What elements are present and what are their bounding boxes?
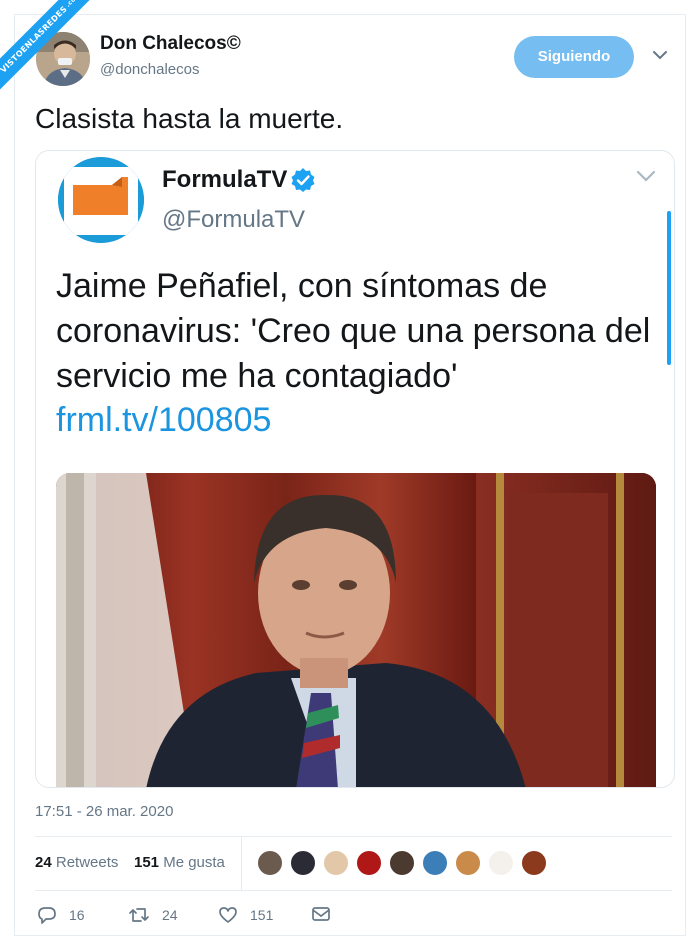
like-button[interactable]: 151 — [218, 905, 273, 925]
retweets-label: Retweets — [55, 854, 119, 871]
divider — [35, 890, 672, 891]
stats-divider — [241, 837, 242, 890]
liker-avatar[interactable] — [487, 849, 515, 877]
verified-icon — [290, 167, 316, 198]
reply-count: 16 — [69, 907, 85, 923]
like-count: 151 — [250, 907, 274, 923]
retweets-stat[interactable]: 24 Retweets — [35, 854, 118, 871]
liker-avatar[interactable] — [322, 849, 350, 877]
scrollbar-thumb[interactable] — [667, 211, 671, 365]
heart-icon — [219, 907, 237, 923]
tweet-text: Clasista hasta la muerte. — [35, 103, 344, 134]
chevron-down-icon[interactable] — [652, 47, 668, 65]
quoted-tweet-card[interactable]: FormulaTV @FormulaTV Jaime Peñafiel, con… — [35, 150, 675, 788]
direct-message-button[interactable] — [311, 905, 343, 923]
liker-avatar[interactable] — [355, 849, 383, 877]
tweet-timestamp[interactable]: 17:51 - 26 mar. 2020 — [35, 803, 173, 820]
quoted-tweet-link[interactable]: frml.tv/100805 — [56, 401, 271, 440]
likes-count: 151 — [134, 854, 160, 871]
liker-avatar[interactable] — [289, 849, 317, 877]
retweet-button[interactable]: 24 — [128, 905, 178, 925]
liker-avatar[interactable] — [388, 849, 416, 877]
retweets-count: 24 — [35, 854, 52, 871]
likes-label: Me gusta — [163, 854, 225, 871]
reply-icon — [38, 907, 56, 924]
retweet-count: 24 — [162, 907, 178, 923]
reply-button[interactable]: 16 — [37, 905, 85, 925]
author-handle[interactable]: @donchalecos — [100, 61, 199, 78]
following-button[interactable]: Siguiendo — [514, 36, 634, 78]
news-photo[interactable] — [56, 473, 656, 787]
liker-avatar[interactable] — [421, 849, 449, 877]
retweet-icon — [129, 908, 149, 922]
quoted-tweet-text: Jaime Peñafiel, con síntomas de coronavi… — [56, 267, 651, 395]
quoted-author-handle[interactable]: @FormulaTV — [162, 206, 305, 234]
chevron-down-icon[interactable] — [636, 169, 656, 187]
liker-avatar[interactable] — [256, 849, 284, 877]
formulatv-avatar[interactable] — [58, 157, 144, 243]
divider — [35, 836, 672, 837]
likes-stat[interactable]: 151 Me gusta — [134, 854, 225, 871]
quoted-author-name[interactable]: FormulaTV — [162, 166, 287, 194]
author-name[interactable]: Don Chalecos© — [100, 33, 241, 55]
liker-avatar[interactable] — [454, 849, 482, 877]
mail-icon — [312, 907, 330, 921]
liker-avatar[interactable] — [520, 849, 548, 877]
